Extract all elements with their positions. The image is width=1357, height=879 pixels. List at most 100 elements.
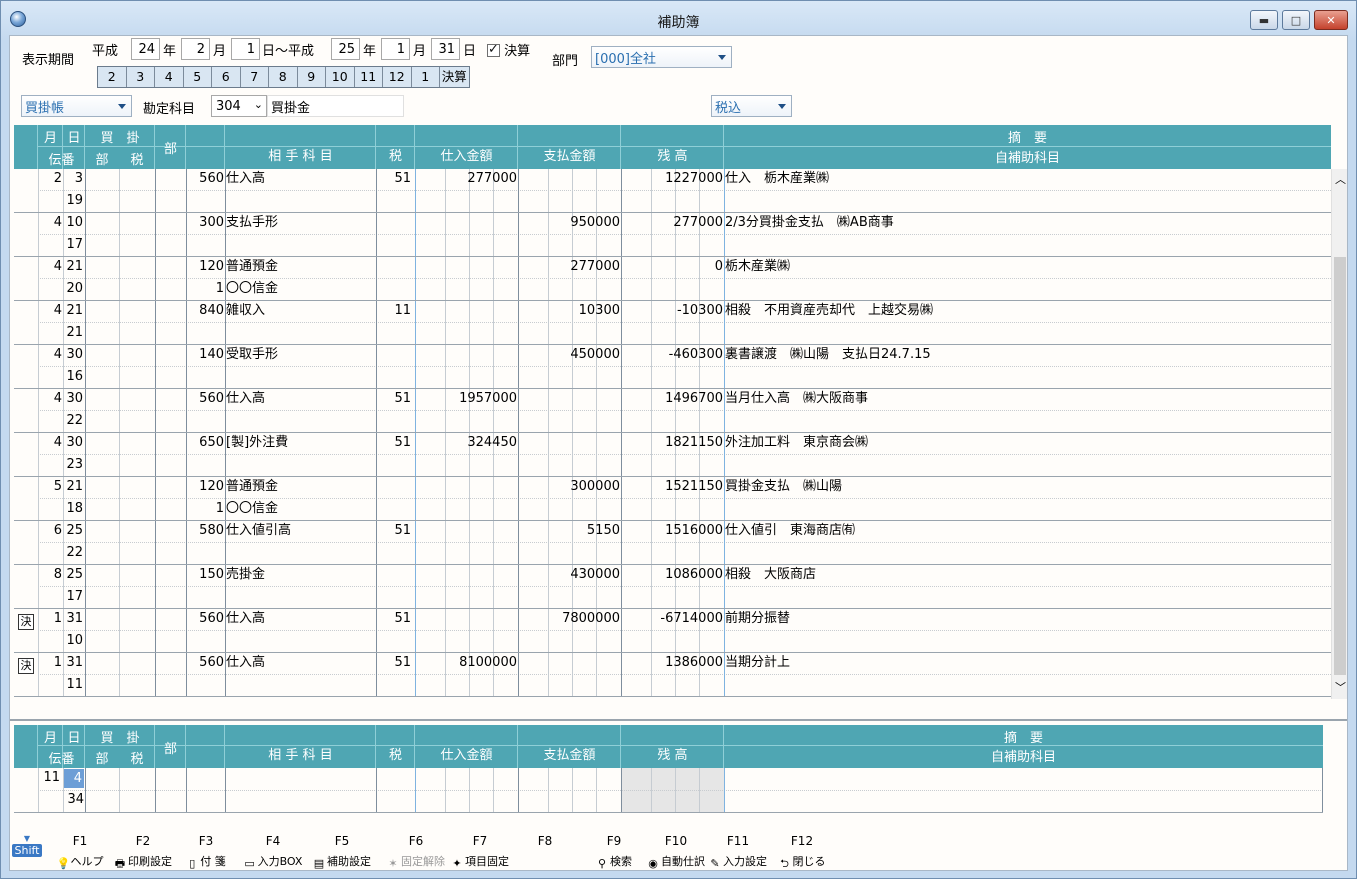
cell-account: 仕入高: [226, 611, 266, 626]
month-selector[interactable]: 2 3 4 5 6 7 8 9 10 11 12 1 決算: [97, 66, 470, 88]
table-row[interactable]: 4 30 23 650 [製]外注費 51 324450 1821150 外注加工料 東京商会㈱: [14, 433, 1331, 477]
cell-day: 31: [66, 611, 83, 626]
main-window: 補助簿 ▬ □ ✕ 表示期間 平成 24 年 2 月 1 日～平成 25 年 1…: [0, 0, 1357, 879]
cell-month: 1: [53, 611, 62, 626]
maximize-button[interactable]: □: [1282, 10, 1310, 30]
month-tab[interactable]: 決算: [440, 67, 469, 87]
dropdown-arrow-icon: [778, 104, 786, 109]
table-row[interactable]: 4 30 16 140 受取手形 450000 -460300 裏書譲渡 ㈱山陽 支払日24.…: [14, 345, 1331, 389]
month-from-input[interactable]: 2: [181, 38, 210, 60]
fkey-f1[interactable]: F1 💡ヘルプ: [50, 834, 110, 870]
fkey-f5[interactable]: F5 ▤ 補助設定: [312, 834, 372, 870]
minimize-button[interactable]: ▬: [1250, 10, 1278, 30]
book-type-select[interactable]: 買掛帳: [21, 95, 132, 117]
tax-mode-select[interactable]: 税込: [711, 95, 792, 117]
scroll-up-icon[interactable]: ︿: [1335, 171, 1346, 187]
month-tab[interactable]: 4: [155, 67, 184, 87]
fkey-code: F7: [472, 834, 488, 848]
month-tab[interactable]: 1: [412, 67, 440, 87]
fkey-label: 入力BOX: [257, 855, 303, 868]
cell-account: 普通預金: [226, 479, 279, 494]
department-select[interactable]: [000]全社: [591, 46, 732, 68]
fkey-f9[interactable]: F9 ⚲ 検索: [584, 834, 644, 870]
year-from-input[interactable]: 24: [131, 38, 160, 60]
header-aite: 相 手 科 目: [268, 748, 333, 763]
cell-month: 4: [53, 259, 62, 274]
table-row[interactable]: 6 25 22 580 仕入値引高 51 5150 1516000 仕入値引 東海商店㈲: [14, 521, 1331, 565]
header-shiharai: 支払金額: [543, 149, 596, 164]
cell-month: 5: [53, 479, 62, 494]
month-tab[interactable]: 12: [383, 67, 412, 87]
fkey-label: 検索: [610, 855, 632, 868]
table-row[interactable]: 決 1 31 11 560 仕入高 51 8100000 1386000 当期分計上: [14, 653, 1331, 697]
unlock-icon: ✶: [388, 857, 398, 870]
month-tab[interactable]: 3: [127, 67, 155, 87]
cell-day: 31: [66, 655, 83, 670]
cell-balance: -10300: [676, 303, 723, 318]
cell-account: 売掛金: [226, 567, 266, 582]
cell-day: 10: [66, 215, 83, 230]
scroll-down-icon[interactable]: ﹀: [1335, 679, 1346, 695]
cell-month: 1: [53, 655, 62, 670]
cell-code: 580: [199, 523, 224, 538]
fkey-f2[interactable]: F2 🖶 印刷設定: [113, 834, 173, 870]
month-tab[interactable]: 5: [184, 67, 212, 87]
day-from-input[interactable]: 1: [231, 38, 260, 60]
table-row[interactable]: 4 21 20 120 普通預金 1 〇〇信金 277000 0 栃木産業㈱: [14, 257, 1331, 301]
fkey-f4[interactable]: F4 ▭ 入力BOX: [243, 834, 303, 870]
entry-denban[interactable]: 34: [38, 790, 84, 810]
year-to-input[interactable]: 25: [331, 38, 360, 60]
month-tab[interactable]: 2: [98, 67, 127, 87]
fkey-f10[interactable]: F10 ◉ 自動仕訳: [646, 834, 706, 870]
cell-code: 840: [199, 303, 224, 318]
month-tab[interactable]: 11: [355, 67, 383, 87]
month-tab[interactable]: 7: [241, 67, 269, 87]
function-key-bar: ▼ Shift F1 💡ヘルプ F2 🖶 印刷設定 F3 ▯ 付 箋 F4 ▭ 入力BOX F5 ▤ 補助…: [10, 830, 1347, 870]
table-row[interactable]: 4 30 22 560 仕入高 51 1957000 1496700 当月仕入高 ㈱大阪商事: [14, 389, 1331, 433]
cell-balance: 1821150: [665, 435, 723, 450]
fkey-f8[interactable]: F8: [515, 834, 575, 850]
fkey-f12[interactable]: F12 ⮌ 閉じる: [772, 834, 832, 870]
cell-month: 2: [53, 171, 62, 186]
cell-shiharai: 950000: [570, 215, 620, 230]
cell-denban: 16: [66, 369, 83, 384]
month-to-input[interactable]: 1: [381, 38, 410, 60]
entry-month[interactable]: 11: [14, 768, 60, 788]
table-row[interactable]: 8 25 17 150 売掛金 430000 1086000 相殺 大阪商店: [14, 565, 1331, 609]
month-tab[interactable]: 6: [212, 67, 241, 87]
header-shiharai: 支払金額: [543, 748, 596, 763]
entry-row[interactable]: 11 4 34: [14, 768, 1323, 813]
table-row[interactable]: 5 21 18 120 普通預金 1 〇〇信金 300000 1521150 買掛金支払 ㈱山陽: [14, 477, 1331, 521]
account-code-select[interactable]: 304 ⌄: [211, 95, 267, 117]
chevron-down-icon: ⌄: [253, 98, 263, 111]
entry-day-input[interactable]: 4: [64, 769, 84, 788]
cell-day: 30: [66, 391, 83, 406]
fkey-f7[interactable]: F7 ✦ 項目固定: [450, 834, 510, 870]
cell-denban: 18: [66, 501, 83, 516]
fkey-f3[interactable]: F3 ▯ 付 箋: [176, 834, 236, 870]
kessan-label: 決算: [504, 44, 531, 59]
cell-month: 4: [53, 435, 62, 450]
cell-shiharai: 10300: [578, 303, 620, 318]
kessan-checkbox[interactable]: 決算: [487, 40, 530, 59]
fkey-label: 印刷設定: [128, 855, 172, 868]
table-row[interactable]: 4 21 21 840 雑収入 11 10300 -10300 相殺 不用資産売却代 上越交易㈱: [14, 301, 1331, 345]
fkey-f6[interactable]: F6 ✶ 固定解除: [386, 834, 446, 870]
table-row[interactable]: 4 10 17 300 支払手形 950000 277000 2/3分買掛金支払 ㈱AB商事: [14, 213, 1331, 257]
fkey-f11[interactable]: F11 ✎ 入力設定: [708, 834, 768, 870]
period-label: 表示期間: [22, 53, 75, 68]
close-button[interactable]: ✕: [1314, 10, 1348, 30]
month-tab[interactable]: 10: [326, 67, 355, 87]
month-tab[interactable]: 9: [298, 67, 326, 87]
fkey-code: F1: [72, 834, 88, 848]
day-to-input[interactable]: 31: [431, 38, 460, 60]
scrollbar-thumb[interactable]: [1334, 257, 1346, 675]
month-tab[interactable]: 8: [269, 67, 298, 87]
cell-balance: -460300: [668, 347, 723, 362]
shift-key[interactable]: ▼ Shift: [12, 834, 42, 857]
table-row[interactable]: 2 3 19 560 仕入高 51 277000 1227000 仕入 栃木産業㈱: [14, 169, 1331, 213]
cell-subaccount: 〇〇信金: [226, 501, 279, 516]
table-row[interactable]: 決 1 31 10 560 仕入高 51 7800000 -6714000 前期分振替: [14, 609, 1331, 653]
cell-subaccount: 〇〇信金: [226, 281, 279, 296]
vertical-scrollbar[interactable]: ︿ ﹀: [1331, 169, 1347, 699]
